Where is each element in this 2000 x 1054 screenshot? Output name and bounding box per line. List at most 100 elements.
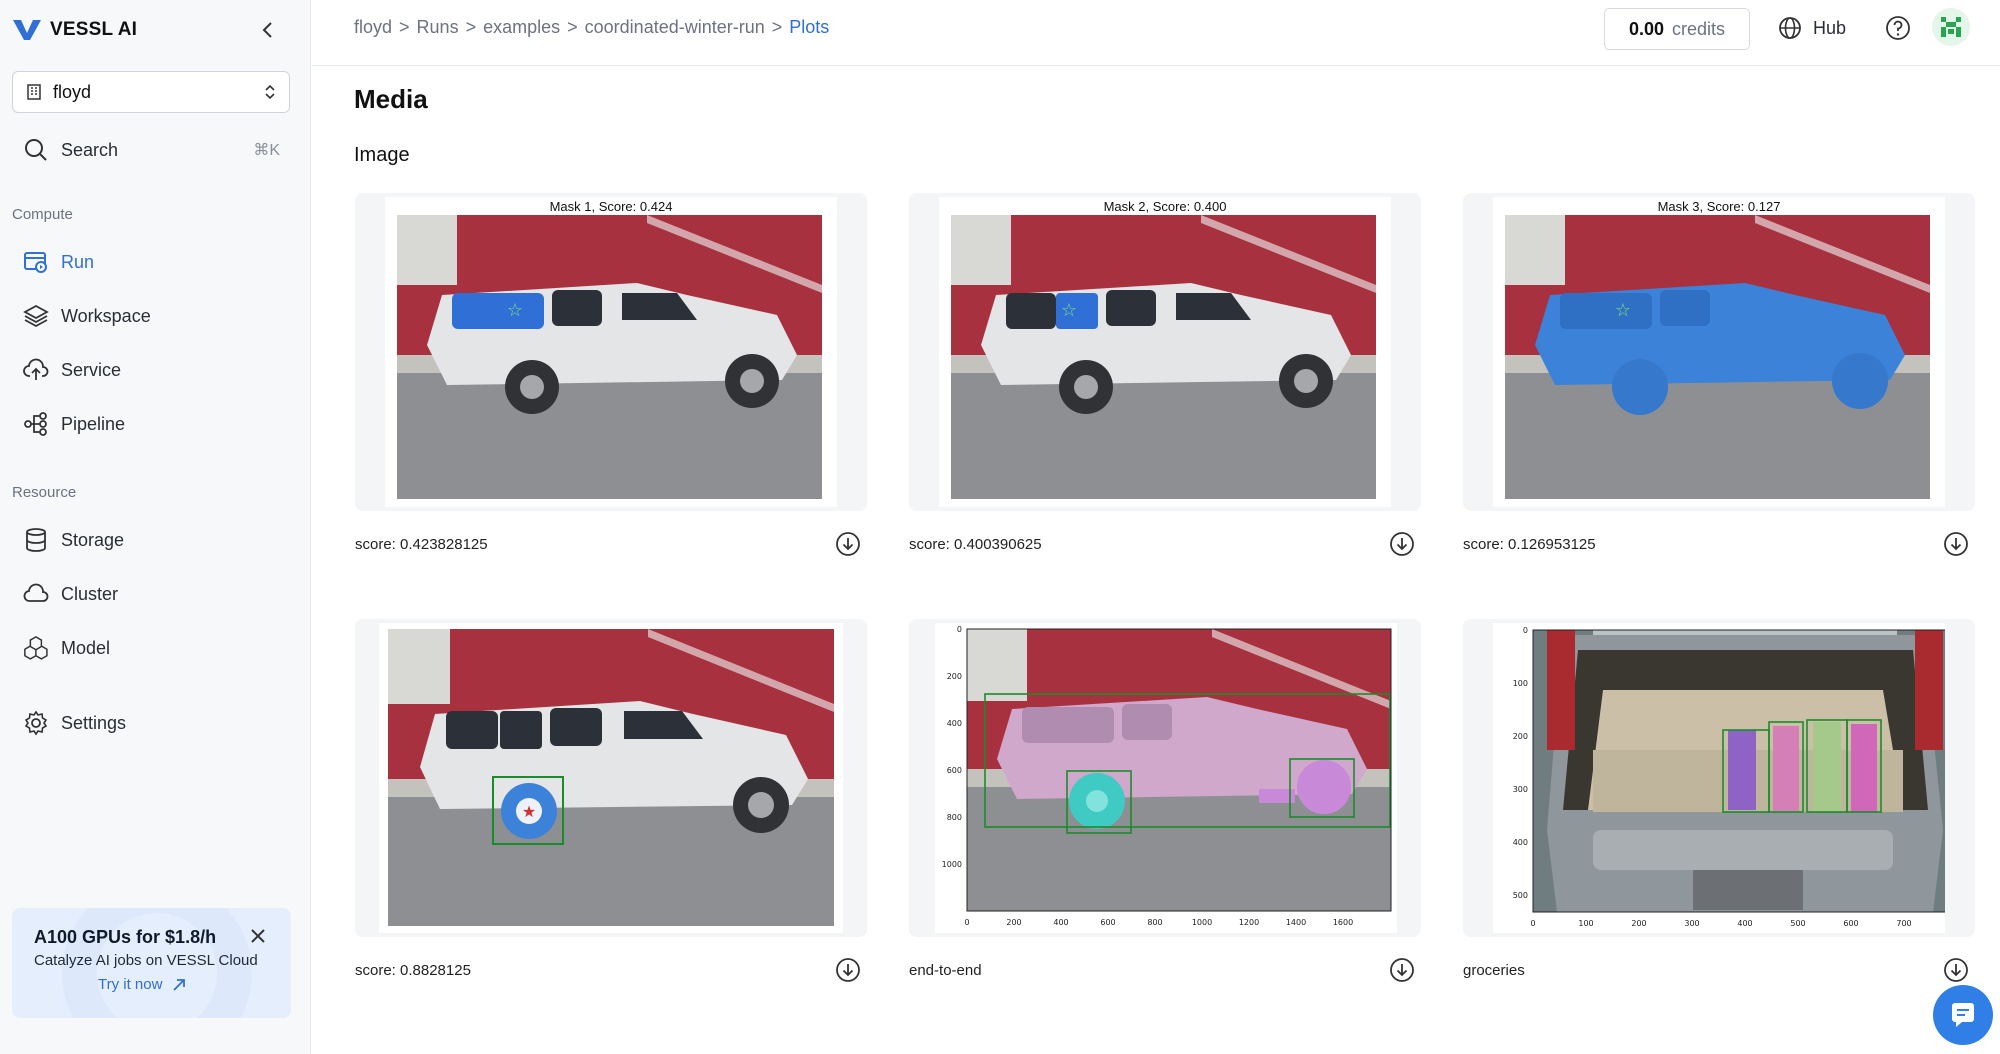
globe-icon xyxy=(1779,17,1801,39)
media-figure: 0 100 200 300 400 500 600 700 0 100 200 … xyxy=(1493,623,1945,933)
svg-text:☆: ☆ xyxy=(1061,300,1077,321)
sidebar-item-service[interactable]: Service xyxy=(12,350,292,390)
compute-section-label: Compute xyxy=(12,206,73,223)
sidebar-item-pipeline[interactable]: Pipeline xyxy=(12,404,292,444)
x-axis-ticks: 0 100 200 300 400 500 600 700 xyxy=(1530,919,1911,928)
collapse-sidebar-button[interactable] xyxy=(256,16,280,44)
x-tick: 300 xyxy=(1684,919,1699,928)
building-icon xyxy=(27,84,41,100)
x-tick: 1200 xyxy=(1239,918,1259,927)
avatar[interactable] xyxy=(1932,8,1970,46)
media-figure: Mask 1, Score: 0.424 ☆ xyxy=(385,197,837,507)
pipeline-icon xyxy=(24,412,47,436)
breadcrumb-org[interactable]: floyd xyxy=(354,17,392,38)
sidebar-item-label: Pipeline xyxy=(61,413,126,434)
sidebar-item-label: Service xyxy=(61,359,122,380)
svg-text:☆: ☆ xyxy=(507,300,523,321)
sidebar-item-workspace[interactable]: Workspace xyxy=(12,296,292,336)
caption-text: score: 0.126953125 xyxy=(1463,535,1596,553)
organization-name: floyd xyxy=(53,81,92,102)
credits-unit: credits xyxy=(1672,18,1726,39)
sidebar-item-label: Cluster xyxy=(61,583,119,604)
x-tick: 400 xyxy=(1737,919,1752,928)
gear-icon xyxy=(24,710,48,736)
media-card[interactable]: Mask 1, Score: 0.424 ☆ xyxy=(355,193,867,511)
download-icon[interactable] xyxy=(1943,957,1969,983)
media-card[interactable]: ★ xyxy=(355,619,867,937)
download-icon[interactable] xyxy=(1943,531,1969,557)
breadcrumb-project[interactable]: examples xyxy=(483,17,560,38)
brand[interactable]: VESSL AI xyxy=(12,16,137,44)
help-icon[interactable] xyxy=(1884,14,1912,42)
sidebar-item-run[interactable]: Run xyxy=(12,242,292,282)
credits-badge[interactable]: 0.00 credits xyxy=(1604,8,1750,50)
database-icon xyxy=(26,528,46,552)
organization-select[interactable]: floyd xyxy=(12,71,290,113)
section-title: Media xyxy=(354,84,428,114)
media-figure: ★ xyxy=(379,623,843,933)
model-icon xyxy=(24,635,48,660)
download-icon[interactable] xyxy=(1389,531,1415,557)
hub-button[interactable]: Hub xyxy=(1777,13,1846,43)
x-tick: 400 xyxy=(1053,918,1068,927)
chat-support-button[interactable] xyxy=(1933,985,1993,1045)
sidebar-item-cluster[interactable]: Cluster xyxy=(12,574,292,614)
y-tick: 500 xyxy=(1513,891,1528,900)
vessl-logo-icon xyxy=(13,20,41,40)
arrow-up-right-icon xyxy=(173,978,186,991)
breadcrumb-run[interactable]: coordinated-winter-run xyxy=(585,17,765,38)
media-caption: score: 0.423828125 xyxy=(355,531,867,557)
sidebar-item-label: Model xyxy=(61,637,111,658)
download-icon[interactable] xyxy=(835,531,861,557)
y-tick: 200 xyxy=(947,672,962,681)
y-tick: 400 xyxy=(947,719,962,728)
x-tick: 0 xyxy=(1530,919,1535,928)
y-tick: 100 xyxy=(1513,679,1528,688)
caption-text: end-to-end xyxy=(909,961,982,979)
sidebar-item-label: Settings xyxy=(61,712,127,733)
x-tick: 200 xyxy=(1631,919,1646,928)
sidebar-item-label: Search xyxy=(61,139,119,160)
x-tick: 800 xyxy=(1147,918,1162,927)
subsection-title: Image xyxy=(354,144,410,166)
download-icon[interactable] xyxy=(835,957,861,983)
x-tick: 1600 xyxy=(1333,918,1353,927)
search-icon xyxy=(25,139,47,161)
y-tick: 400 xyxy=(1513,838,1528,847)
close-icon[interactable] xyxy=(248,926,268,946)
media-card[interactable]: 0 100 200 300 400 500 600 700 0 100 200 … xyxy=(1463,619,1975,937)
y-tick: 800 xyxy=(947,813,962,822)
promo-subtitle: Catalyze AI jobs on VESSL Cloud xyxy=(34,952,258,969)
breadcrumb-current: Plots xyxy=(789,17,830,37)
sidebar-item-label: Run xyxy=(61,251,95,272)
chevron-updown-icon xyxy=(265,84,275,100)
x-axis-ticks: 0 200 400 600 800 1000 1200 1400 1600 xyxy=(964,918,1353,927)
truck-image: ☆ xyxy=(951,215,1376,499)
credits-value: 0.00 xyxy=(1628,18,1665,39)
media-card[interactable]: Mask 2, Score: 0.400 ☆ xyxy=(909,193,1421,511)
svg-text:★: ★ xyxy=(522,802,536,821)
user-avatar-icon xyxy=(1941,17,1961,37)
x-tick: 100 xyxy=(1578,919,1593,928)
download-icon[interactable] xyxy=(1389,957,1415,983)
sidebar-item-storage[interactable]: Storage xyxy=(12,520,292,560)
sidebar-item-search[interactable]: Search ⌘K xyxy=(12,130,292,170)
sidebar-item-model[interactable]: Model xyxy=(12,628,292,668)
groceries-plot: 0 100 200 300 400 500 600 700 0 100 200 … xyxy=(1513,626,1945,928)
media-figure: Mask 3, Score: 0.127 ☆ xyxy=(1493,197,1945,507)
top-header: floyd > Runs > examples > coordinated-wi… xyxy=(312,0,2000,66)
promo-cta-link[interactable]: Try it now xyxy=(98,976,186,993)
hub-label: Hub xyxy=(1813,17,1847,38)
sidebar-item-settings[interactable]: Settings xyxy=(12,703,292,743)
media-caption: score: 0.400390625 xyxy=(909,531,1421,557)
y-tick: 1000 xyxy=(942,860,962,869)
promo-banner: A100 GPUs for $1.8/h Catalyze AI jobs on… xyxy=(12,908,291,1018)
breadcrumb: floyd > Runs > examples > coordinated-wi… xyxy=(354,17,829,38)
media-card[interactable]: 0 200 400 600 800 1000 1200 1400 1600 0 … xyxy=(909,619,1421,937)
breadcrumb-runs[interactable]: Runs xyxy=(417,17,459,38)
chevron-left-icon xyxy=(262,22,272,38)
media-card[interactable]: Mask 3, Score: 0.127 ☆ xyxy=(1463,193,1975,511)
resource-section-label: Resource xyxy=(12,484,77,501)
media-figure: Mask 2, Score: 0.400 ☆ xyxy=(939,197,1391,507)
figure-title: Mask 2, Score: 0.400 xyxy=(1103,199,1227,214)
